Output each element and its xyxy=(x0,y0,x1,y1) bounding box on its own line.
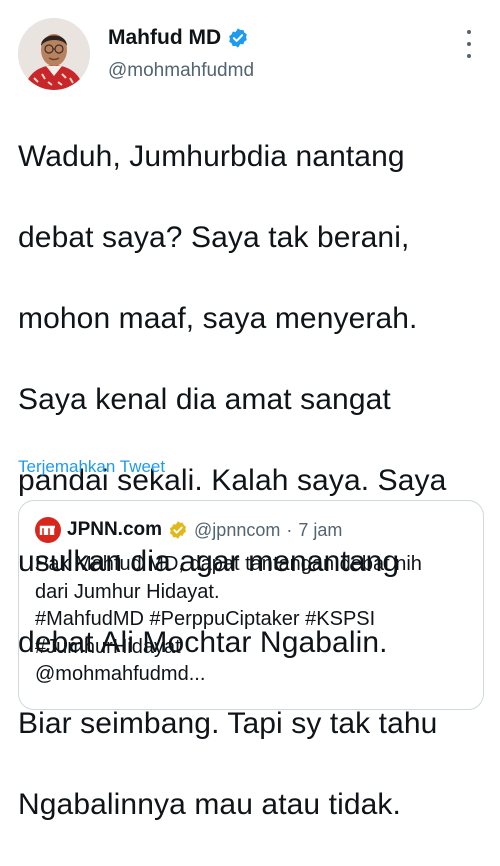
tweet-header: Mahfud MD @mohmahfudmd xyxy=(18,18,482,94)
quoted-tweet-line: Pak Mahfud MD, dapat tantangan debat nih xyxy=(35,553,422,575)
tweet-line: Waduh, Jumhurbdia nantang xyxy=(18,139,405,173)
avatar[interactable] xyxy=(18,18,90,90)
quoted-tweet-line: @mohmahfudmd... xyxy=(35,663,206,685)
tweet-line: Ngabalinnya mau atau tidak. xyxy=(18,787,401,821)
separator-dot: · xyxy=(286,519,293,540)
tweet-line: debat saya? Saya tak berani, xyxy=(18,220,410,254)
quoted-tweet-time[interactable]: 7 jam xyxy=(298,520,342,541)
tweet-line: mohon maaf, saya menyerah. xyxy=(18,301,418,335)
more-options-icon[interactable] xyxy=(460,30,478,58)
verified-badge-icon xyxy=(227,27,249,49)
author-block: Mahfud MD @mohmahfudmd xyxy=(108,26,254,82)
author-handle[interactable]: @mohmahfudmd xyxy=(108,60,254,82)
verified-badge-icon xyxy=(168,520,188,540)
jpnn-logo-icon xyxy=(35,517,61,543)
quoted-tweet-text: Pak Mahfud MD, dapat tantangan debat nih… xyxy=(35,551,465,689)
quoted-tweet-line: #MahfudMD #PerppuCiptaker #KSPSI xyxy=(35,608,376,630)
quoted-tweet[interactable]: JPNN.com @jpnncom · 7 jam Pak Mahfud MD,… xyxy=(18,500,484,710)
quoted-tweet-header: JPNN.com @jpnncom · 7 jam xyxy=(35,517,342,543)
quoted-tweet-line: dari Jumhur Hidayat. xyxy=(35,580,220,603)
tweet-text: Waduh, Jumhurbdia nantang debat saya? Sa… xyxy=(18,96,488,866)
quoted-author-name[interactable]: JPNN.com xyxy=(67,519,162,541)
translate-tweet-link[interactable]: Terjemahkan Tweet xyxy=(18,457,165,477)
quoted-tweet-line: #JumhurHidayat xyxy=(35,635,181,658)
author-name[interactable]: Mahfud MD xyxy=(108,26,221,50)
quoted-author-handle[interactable]: @jpnncom xyxy=(194,520,280,541)
tweet-line: Saya kenal dia amat sangat xyxy=(18,382,391,416)
